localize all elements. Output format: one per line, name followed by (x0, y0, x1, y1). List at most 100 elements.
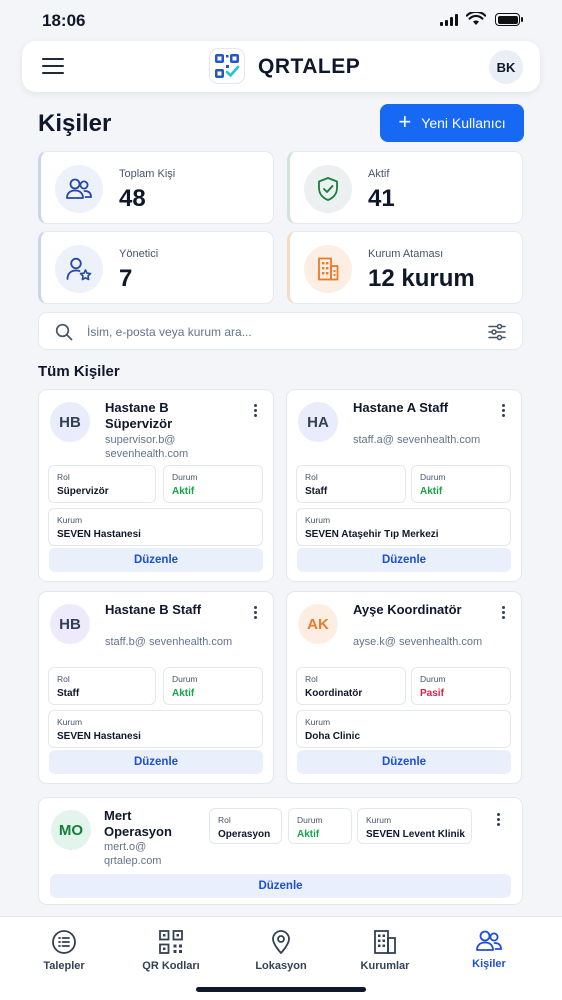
search-icon (55, 323, 73, 341)
menu-icon[interactable] (42, 55, 66, 77)
role-field: Rol Operasyon (209, 808, 282, 844)
field-label: Durum (297, 815, 323, 825)
more-options-icon[interactable] (492, 813, 504, 829)
tab-kisiler[interactable]: Kişiler (439, 929, 539, 970)
search-input[interactable] (87, 321, 467, 343)
user-star-icon (55, 245, 103, 293)
person-card: AK Ayşe Koordinatör ayse.k@ sevenhealth.… (286, 591, 522, 784)
wifi-icon (466, 12, 486, 25)
status-field: Durum Pasif (411, 667, 511, 705)
person-email: mert.o@ qrtalep.com (104, 841, 162, 867)
stat-label: Yönetici (119, 248, 159, 260)
new-user-button[interactable]: + Yeni Kullanıcı (380, 104, 524, 142)
stat-value: 48 (119, 185, 146, 212)
stat-label: Kurum Ataması (368, 248, 444, 260)
status-time: 18:06 (42, 11, 86, 30)
more-options-icon[interactable] (497, 404, 509, 420)
user-avatar[interactable]: BK (489, 50, 523, 84)
role-field: Rol Staff (48, 667, 156, 705)
section-title: Tüm Kişiler (38, 363, 120, 380)
institution-field: Kurum SEVEN Hastanesi (48, 710, 263, 748)
field-label: Durum (420, 472, 446, 482)
person-email: staff.a@ sevenhealth.com (353, 434, 481, 446)
role-value: Koordinatör (305, 688, 363, 699)
status-field: Durum Aktif (163, 667, 263, 705)
top-app-bar: QRTALEP BK (22, 41, 540, 92)
tab-label: Kişiler (472, 958, 506, 970)
institution-field: Kurum Doha Clinic (296, 710, 511, 748)
institution-field: Kurum SEVEN Levent Klinik (357, 808, 472, 844)
avatar: AK (298, 604, 338, 644)
status-field: Durum Aktif (163, 465, 263, 503)
tab-talepler[interactable]: Talepler (14, 929, 114, 972)
tab-label: Talepler (43, 960, 85, 972)
plus-icon: + (398, 109, 412, 134)
institution-field: Kurum SEVEN Hastanesi (48, 508, 263, 546)
person-email: staff.b@ sevenhealth.com (105, 636, 233, 648)
institution-value: SEVEN Ataşehir Tıp Merkezi (305, 529, 439, 540)
person-name: Hastane B Süpervizör (105, 400, 173, 431)
field-label: Rol (57, 674, 70, 684)
status-badge: Aktif (420, 486, 443, 497)
field-label: Rol (305, 674, 318, 684)
status-field: Durum Aktif (411, 465, 511, 503)
status-field: Durum Aktif (288, 808, 352, 844)
status-badge: Pasif (420, 688, 444, 699)
status-badge: Aktif (172, 486, 195, 497)
edit-button[interactable]: Düzenle (50, 874, 511, 898)
edit-button[interactable]: Düzenle (49, 548, 263, 572)
home-indicator (196, 987, 366, 992)
tab-lokasyon[interactable]: Lokasyon (231, 929, 331, 972)
person-name: Ayşe Koordinatör (353, 602, 462, 617)
edit-button[interactable]: Düzenle (49, 750, 263, 774)
institution-value: SEVEN Levent Klinik (366, 829, 465, 840)
avatar: HB (50, 604, 90, 644)
stat-card-total: Toplam Kişi 48 (38, 151, 274, 224)
institution-value: SEVEN Hastanesi (57, 529, 141, 540)
more-options-icon[interactable] (249, 606, 261, 622)
stat-value: 41 (368, 185, 395, 212)
tab-kurumlar[interactable]: Kurumlar (335, 929, 435, 972)
qr-logo-icon (215, 54, 240, 78)
tab-qr-kodlari[interactable]: QR Kodları (121, 929, 221, 972)
status-bar: 18:06 (0, 0, 562, 40)
stat-card-institution: Kurum Ataması 12 kurum (287, 231, 523, 304)
field-label: Durum (172, 472, 198, 482)
field-label: Kurum (305, 515, 331, 525)
edit-button[interactable]: Düzenle (297, 548, 511, 572)
new-user-button-label: Yeni Kullanıcı (421, 115, 506, 131)
building-icon (304, 245, 352, 293)
field-label: Kurum (366, 815, 392, 825)
filter-sliders-icon[interactable] (488, 323, 506, 341)
person-card: HB Hastane B Süpervizör supervisor.b@ se… (38, 389, 274, 582)
tab-label: Kurumlar (360, 960, 410, 972)
person-card: HA Hastane A Staff staff.a@ sevenhealth.… (286, 389, 522, 582)
person-card-wide: MO Mert Operasyon mert.o@ qrtalep.com Ro… (38, 797, 523, 905)
person-card: HB Hastane B Staff staff.b@ sevenhealth.… (38, 591, 274, 784)
stat-label: Aktif (368, 168, 390, 180)
avatar: HA (298, 402, 338, 442)
person-email: ayse.k@ sevenhealth.com (353, 636, 483, 648)
field-label: Rol (218, 815, 231, 825)
page-title: Kişiler (38, 110, 112, 137)
institution-field: Kurum SEVEN Ataşehir Tıp Merkezi (296, 508, 511, 546)
location-pin-icon (272, 930, 290, 954)
field-label: Rol (57, 472, 70, 482)
app-name: QRTALEP (258, 55, 361, 78)
field-label: Kurum (305, 717, 331, 727)
stat-label: Toplam Kişi (119, 168, 176, 180)
field-label: Durum (172, 674, 198, 684)
field-label: Rol (305, 472, 318, 482)
field-label: Kurum (57, 717, 83, 727)
list-icon (52, 930, 76, 954)
stat-value: 7 (119, 265, 133, 292)
person-email: supervisor.b@ sevenhealth.com (105, 434, 189, 460)
more-options-icon[interactable] (497, 606, 509, 622)
edit-button[interactable]: Düzenle (297, 750, 511, 774)
role-field: Rol Koordinatör (296, 667, 406, 705)
avatar: HB (50, 402, 90, 442)
more-options-icon[interactable] (249, 404, 261, 420)
tab-label: QR Kodları (142, 960, 200, 972)
app-logo (209, 48, 245, 84)
users-icon (55, 165, 103, 213)
